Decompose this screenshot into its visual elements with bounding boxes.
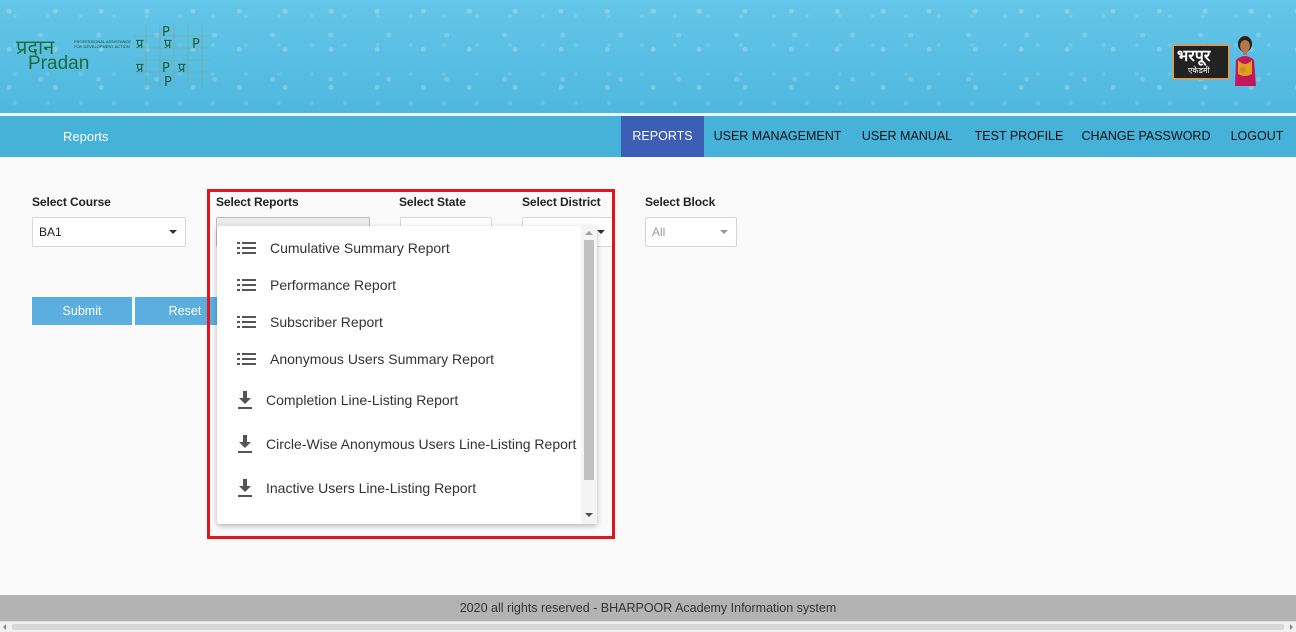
logo-glyph: P — [164, 75, 172, 88]
menu-item-label: Circle-Wise Anonymous Users Line-Listing… — [266, 436, 577, 452]
pradan-logo-tagline: PROFESSIONAL ASSISTANCE FOR DEVELOPMENT … — [74, 39, 131, 49]
nav-reports[interactable]: REPORTS — [621, 116, 704, 157]
scroll-down-arrow-icon[interactable] — [585, 513, 593, 517]
chevron-down-icon — [169, 230, 177, 234]
pradan-logo-text: Pradan — [28, 53, 90, 74]
menu-item-performance-report[interactable]: Performance Report — [217, 267, 581, 304]
nav-test-profile[interactable]: TEST PROFILE — [972, 116, 1066, 157]
horizontal-scrollbar[interactable] — [0, 621, 1296, 632]
select-block-dropdown[interactable]: All — [645, 217, 737, 247]
download-icon — [238, 479, 252, 497]
menu-item-label: Anonymous Users Summary Report — [270, 351, 495, 367]
select-block-label: Select Block — [645, 195, 716, 209]
footer-text: 2020 all rights reserved - BHARPOOR Acad… — [459, 601, 837, 615]
logo-glyph: प्र — [136, 37, 144, 52]
pradan-logo: प्रदान Pradan PROFESSIONAL ASSISTANCE FO… — [14, 36, 131, 78]
nav-brand-reports[interactable]: Reports — [63, 116, 109, 157]
scrollbar-thumb[interactable] — [584, 240, 594, 480]
select-block-value: All — [652, 225, 666, 239]
list-icon — [237, 353, 256, 365]
logo-glyph: प्र — [178, 61, 186, 76]
menu-item-inactive-users-line-listing-report[interactable]: Inactive Users Line-Listing Report — [217, 468, 581, 508]
nav-user-manual[interactable]: USER MANUAL — [858, 116, 956, 157]
chalkboard: भरपूर एकेडमी — [1172, 44, 1230, 80]
scroll-left-arrow-icon[interactable] — [3, 624, 6, 630]
prp-grid-logo: प्र P प्र P प्र P प्र P — [134, 24, 210, 88]
select-course-value: BA1 — [39, 225, 62, 239]
select-course-dropdown[interactable]: BA1 — [32, 217, 186, 247]
top-navbar: Reports REPORTS USER MANAGEMENT USER MAN… — [0, 116, 1296, 157]
bharpoor-logo-hindi: भरपूर — [1177, 46, 1211, 65]
submit-button[interactable]: Submit — [32, 297, 132, 325]
download-icon — [238, 391, 252, 409]
menu-item-label: Inactive Users Line-Listing Report — [266, 480, 477, 496]
menu-item-label: Cumulative Summary Report — [270, 240, 450, 256]
scroll-up-arrow-icon[interactable] — [585, 231, 593, 235]
chevron-down-icon — [720, 230, 728, 234]
logo-glyph: प्र — [164, 37, 172, 52]
nav-change-password[interactable]: CHANGE PASSWORD — [1081, 116, 1211, 157]
menu-item-label: Performance Report — [270, 277, 397, 293]
list-icon — [237, 316, 256, 328]
menu-item-circle-wise-anonymous-users-line-listing-report[interactable]: Circle-Wise Anonymous Users Line-Listing… — [217, 424, 581, 464]
menu-item-label: Completion Line-Listing Report — [266, 392, 459, 408]
menu-item-completion-line-listing-report[interactable]: Completion Line-Listing Report — [217, 380, 581, 420]
scroll-right-arrow-icon[interactable] — [1290, 624, 1293, 630]
page-footer: 2020 all rights reserved - BHARPOOR Acad… — [0, 595, 1296, 621]
list-icon — [237, 279, 256, 291]
nav-user-management[interactable]: USER MANAGEMENT — [712, 116, 843, 157]
menu-item-label: Subscriber Report — [270, 314, 383, 330]
menu-scrollbar[interactable] — [581, 226, 597, 524]
menu-item-anonymous-users-summary-report[interactable]: Anonymous Users Summary Report — [217, 341, 581, 378]
select-course-label: Select Course — [32, 195, 111, 209]
menu-item-subscriber-report[interactable]: Subscriber Report — [217, 304, 581, 341]
reports-options-menu: Cumulative Summary Report Performance Re… — [217, 226, 597, 524]
bharpoor-logo-sub: एकेडमी — [1188, 66, 1210, 75]
teacher-figure-icon — [1235, 36, 1256, 86]
logo-glyph: P — [192, 37, 200, 52]
bharpoor-academy-logo: भरपूर एकेडमी — [1170, 34, 1262, 86]
logo-glyph: P — [162, 61, 170, 76]
menu-item-cumulative-summary-report[interactable]: Cumulative Summary Report — [217, 230, 581, 267]
logo-glyph: प्र — [136, 61, 144, 76]
nav-logout[interactable]: LOGOUT — [1226, 116, 1288, 157]
list-icon — [237, 242, 256, 254]
download-icon — [238, 435, 252, 453]
horizontal-scrollbar-thumb[interactable] — [12, 624, 1284, 630]
header-banner: प्रदान Pradan PROFESSIONAL ASSISTANCE FO… — [0, 0, 1296, 115]
